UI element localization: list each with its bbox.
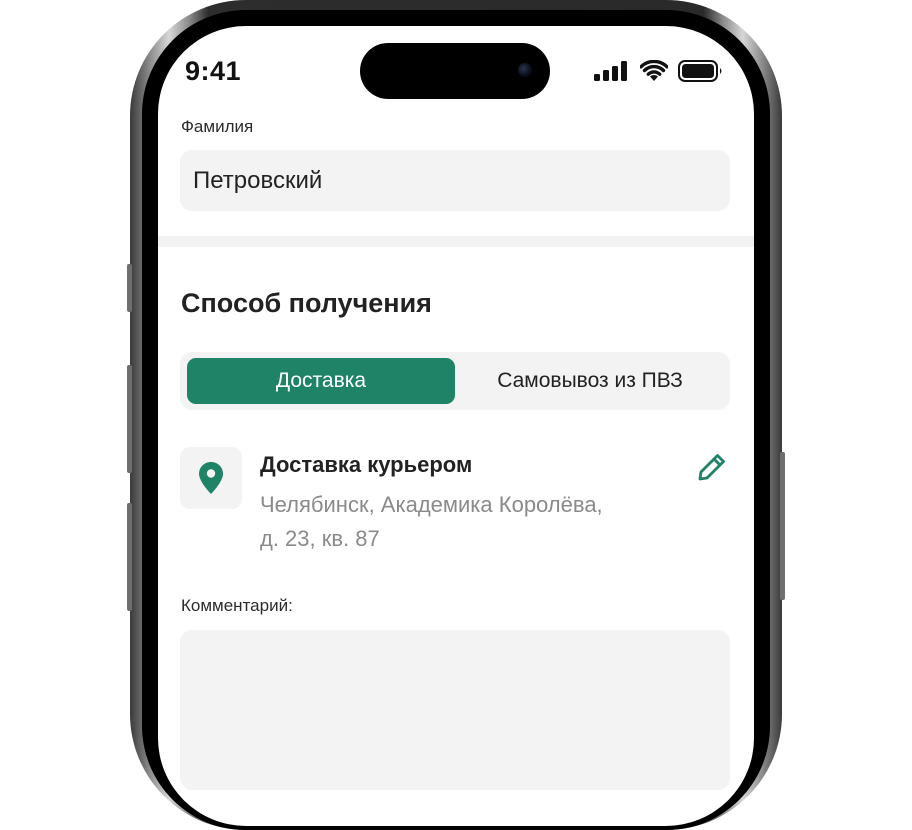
- surname-label: Фамилия: [181, 117, 254, 136]
- section-divider: [158, 236, 754, 247]
- status-time: 9:41: [185, 56, 242, 86]
- pencil-icon: [698, 454, 725, 481]
- map-pin-icon: [199, 462, 223, 494]
- delivery-address-line1: Челябинск, Академика Королёва,: [260, 492, 603, 517]
- action-button: [127, 264, 132, 312]
- delivery-address-line2: д. 23, кв. 87: [260, 526, 380, 551]
- receiving-method-segmented-control: Доставка Самовывоз из ПВЗ: [180, 352, 730, 410]
- comment-label: Комментарий:: [181, 596, 293, 615]
- dynamic-island: [360, 43, 550, 99]
- wifi-icon: [640, 60, 668, 81]
- comment-textarea[interactable]: [180, 630, 730, 790]
- volume-up-button: [127, 365, 132, 473]
- camera-icon: [518, 63, 532, 77]
- receiving-method-title: Способ получения: [181, 288, 432, 318]
- tab-delivery[interactable]: Доставка: [187, 358, 455, 404]
- tab-pickup[interactable]: Самовывоз из ПВЗ: [455, 358, 725, 404]
- battery-icon: [678, 60, 722, 82]
- power-button: [780, 452, 785, 600]
- volume-down-button: [127, 503, 132, 611]
- status-icons: [594, 60, 724, 82]
- location-icon-container: [180, 447, 242, 509]
- cellular-signal-icon: [594, 61, 627, 81]
- delivery-type-title: Доставка курьером: [260, 452, 473, 477]
- edit-address-button[interactable]: [695, 450, 729, 484]
- surname-input[interactable]: Петровский: [180, 150, 730, 211]
